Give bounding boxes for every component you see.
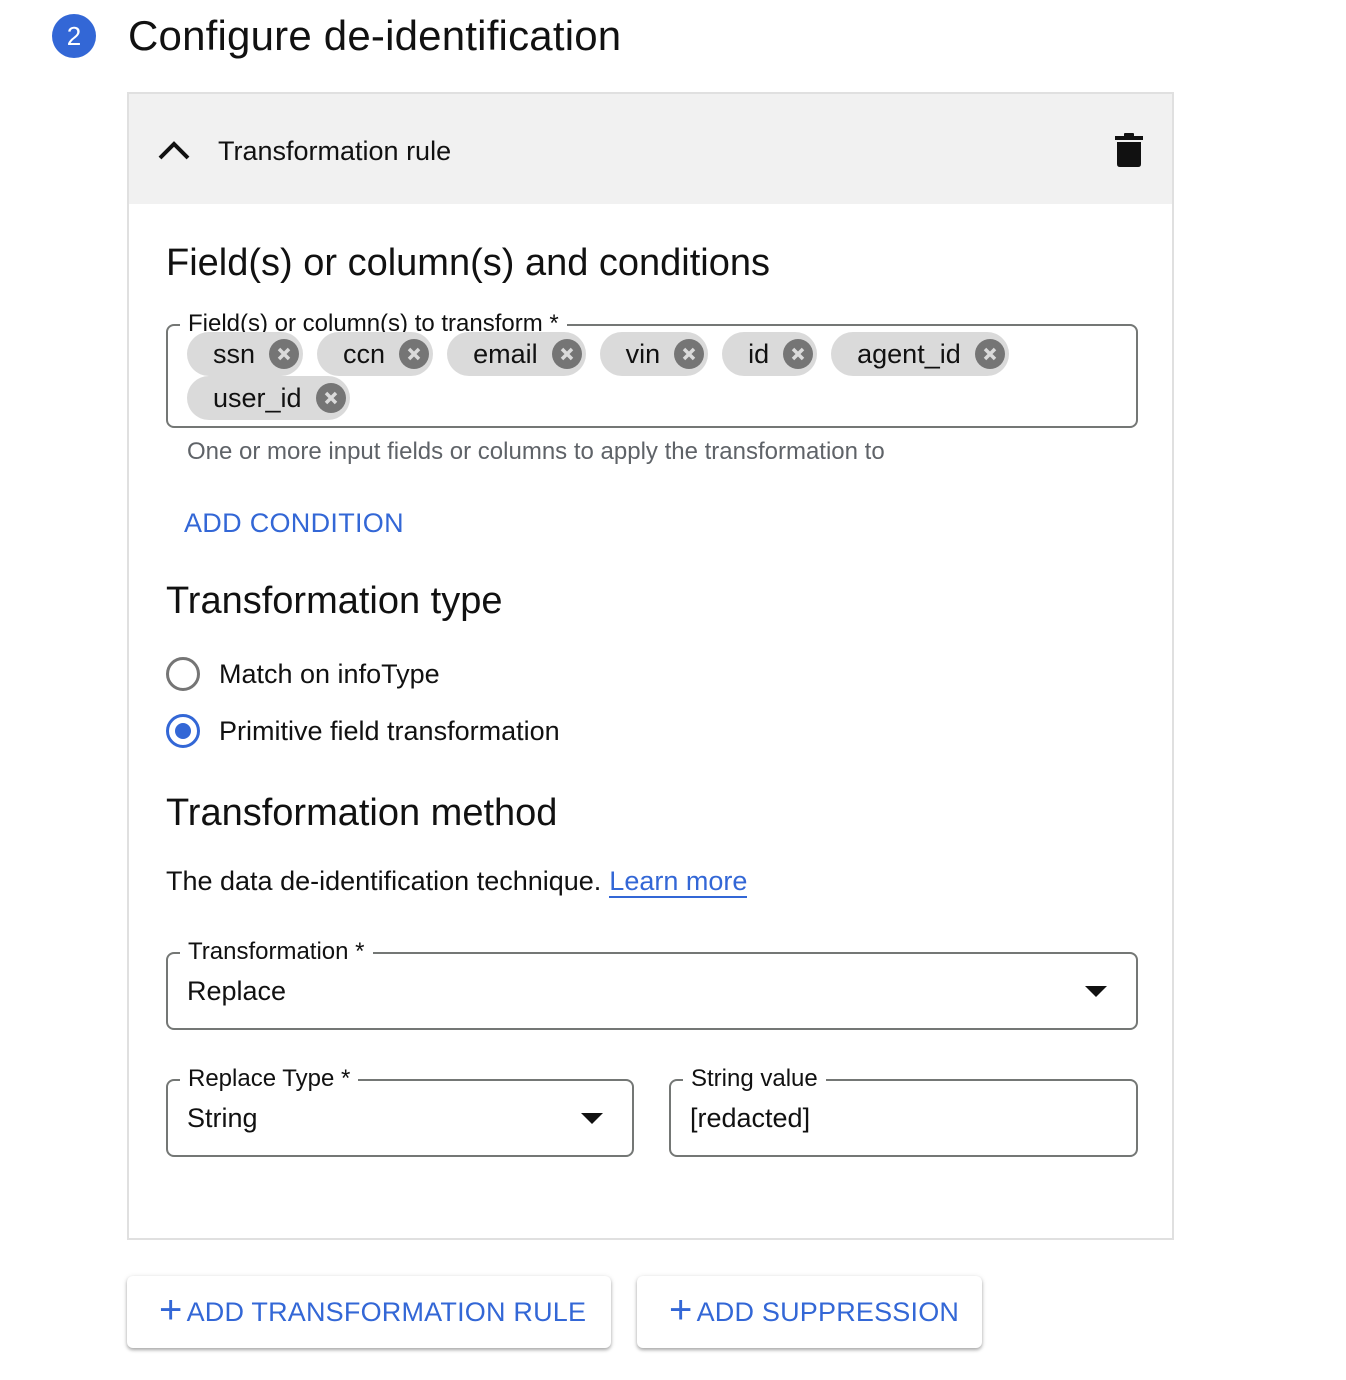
chip-label: ssn xyxy=(213,338,256,369)
fields-section-heading: Field(s) or column(s) and conditions xyxy=(166,242,771,284)
field-chip: id xyxy=(722,332,818,376)
chevron-up-icon xyxy=(158,141,190,160)
close-icon xyxy=(682,347,696,361)
chip-label: user_id xyxy=(213,382,302,413)
field-chip: ccn xyxy=(317,332,434,376)
close-icon xyxy=(560,347,573,361)
chip-label: email xyxy=(473,338,538,369)
rule-header[interactable]: Transformation rule xyxy=(129,94,1172,204)
transformation-label: Transformation * xyxy=(180,937,373,967)
collapse-button[interactable] xyxy=(157,134,191,164)
close-icon xyxy=(324,391,337,405)
transformation-method-heading: Transformation method xyxy=(166,792,558,834)
replace-type-value: String xyxy=(187,1103,258,1133)
add-suppression-button[interactable]: + ADD SUPPRESSION xyxy=(637,1276,982,1348)
step-number-badge: 2 xyxy=(52,14,96,58)
transformation-type-heading: Transformation type xyxy=(166,580,503,622)
add-transformation-rule-label: ADD TRANSFORMATION RULE xyxy=(186,1296,587,1327)
add-condition-button[interactable]: ADD CONDITION xyxy=(184,508,404,539)
remove-chip-button[interactable] xyxy=(783,339,814,369)
close-icon xyxy=(983,347,996,361)
remove-chip-button[interactable] xyxy=(269,339,300,369)
chip-label: ccn xyxy=(343,338,386,369)
field-chip: agent_id xyxy=(831,332,1009,376)
add-suppression-label: ADD SUPPRESSION xyxy=(696,1296,960,1327)
step-header: 2 Configure de-identification xyxy=(52,12,621,60)
radio-match-infotype[interactable]: Match on infoType xyxy=(166,657,440,691)
remove-chip-button[interactable] xyxy=(974,339,1005,369)
delete-rule-button[interactable] xyxy=(1114,132,1144,168)
replace-type-label: Replace Type * xyxy=(180,1064,359,1094)
dropdown-arrow-icon xyxy=(1085,986,1107,997)
remove-chip-button[interactable] xyxy=(674,339,705,369)
remove-chip-button[interactable] xyxy=(315,383,346,413)
method-description-text: The data de-identification technique. xyxy=(166,866,602,896)
field-chip: vin xyxy=(599,332,709,376)
close-icon xyxy=(277,347,291,361)
transformation-rule-card: Transformation rule Field(s) or column(s… xyxy=(127,92,1174,1240)
string-value-input[interactable]: String value [redacted] xyxy=(669,1064,1138,1157)
close-icon xyxy=(407,347,421,361)
radio-label: Primitive field transformation xyxy=(219,715,560,746)
add-transformation-rule-button[interactable]: + ADD TRANSFORMATION RULE xyxy=(127,1276,611,1348)
step-title: Configure de-identification xyxy=(128,12,622,59)
fields-to-transform-input[interactable]: Field(s) or column(s) to transform * ssn… xyxy=(166,309,1138,428)
method-description: The data de-identification technique. Lea… xyxy=(166,866,748,898)
transformation-value: Replace xyxy=(187,976,287,1006)
plus-icon: + xyxy=(159,1288,183,1332)
string-value-text: [redacted] xyxy=(690,1103,811,1133)
chip-label: agent_id xyxy=(857,338,961,369)
field-chip: ssn xyxy=(187,332,304,376)
rule-title: Transformation rule xyxy=(218,136,452,166)
learn-more-link[interactable]: Learn more xyxy=(609,866,748,898)
radio-button-checked[interactable] xyxy=(166,714,200,748)
fields-helper-text: One or more input fields or columns to a… xyxy=(187,438,885,465)
field-chip: email xyxy=(447,332,586,376)
field-chip: user_id xyxy=(187,376,350,420)
chip-label: id xyxy=(748,338,770,369)
radio-label: Match on infoType xyxy=(219,658,440,689)
replace-type-select[interactable]: Replace Type * String xyxy=(166,1064,634,1157)
trash-icon xyxy=(1115,133,1143,167)
radio-primitive-field-transformation[interactable]: Primitive field transformation xyxy=(166,714,560,748)
string-value-label: String value xyxy=(683,1064,826,1094)
chip-label: vin xyxy=(625,338,661,369)
dropdown-arrow-icon xyxy=(581,1113,603,1124)
radio-dot xyxy=(175,723,191,739)
plus-icon: + xyxy=(669,1288,693,1332)
transformation-select[interactable]: Transformation * Replace xyxy=(166,937,1138,1030)
remove-chip-button[interactable] xyxy=(551,339,582,369)
field-chips: ssn ccn email vin id agent_id user_id xyxy=(187,332,1096,420)
radio-button-unchecked[interactable] xyxy=(166,657,200,691)
close-icon xyxy=(791,347,805,361)
remove-chip-button[interactable] xyxy=(399,339,430,369)
